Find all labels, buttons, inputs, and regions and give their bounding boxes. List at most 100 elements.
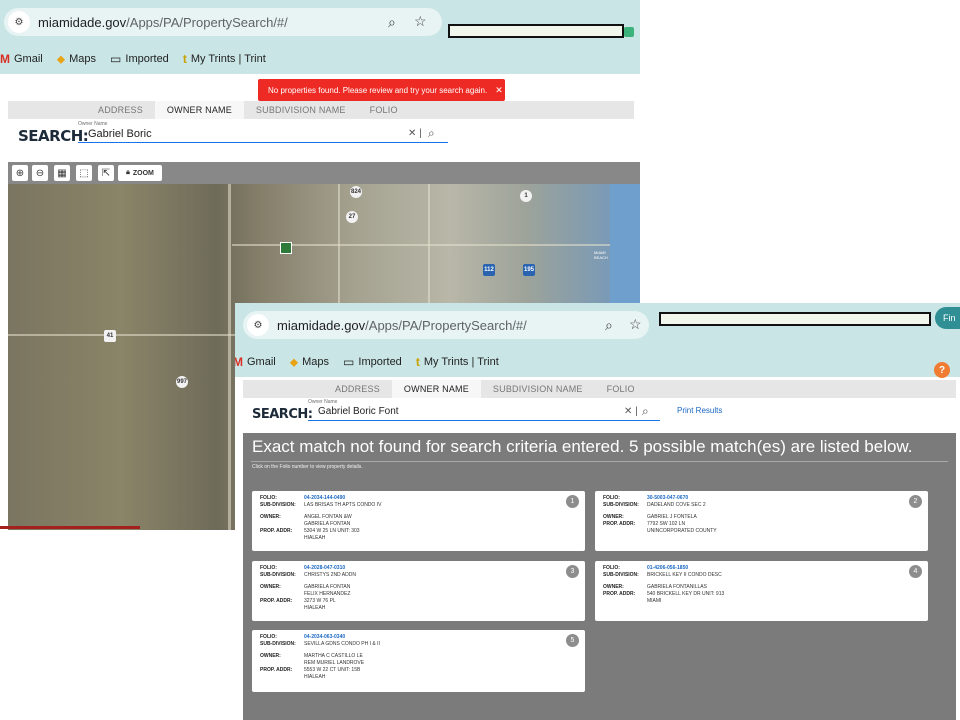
bookmark-gmail[interactable]: M Gmail — [0, 52, 43, 66]
folder-icon: ▭ — [110, 52, 122, 66]
tab-address[interactable]: ADDRESS — [323, 380, 392, 398]
search-tabs: ADDRESS OWNER NAME SUBDIVISION NAME FOLI… — [243, 380, 956, 398]
layers-icon[interactable]: ▦ — [54, 165, 70, 181]
tab-folio[interactable]: FOLIO — [595, 380, 647, 398]
folio-link[interactable]: 01-4206-056-1850 — [647, 565, 688, 571]
route-label: 112 — [483, 264, 495, 276]
export-icon[interactable]: ⇱ — [98, 165, 114, 181]
route-label: 997 — [176, 376, 188, 388]
bookmark-maps[interactable]: ⬥ Maps — [57, 52, 96, 67]
lock-icon: 🔒︎ — [126, 169, 130, 176]
search-tabs: ADDRESS OWNER NAME SUBDIVISION NAME FOLI… — [8, 101, 634, 119]
close-icon[interactable]: ✕ — [495, 85, 503, 96]
redacted-extensions — [659, 312, 931, 326]
park-marker — [280, 242, 292, 254]
result-number: 3 — [566, 565, 579, 578]
tab-owner-name[interactable]: OWNER NAME — [154, 101, 244, 119]
results-panel: Exact match not found for search criteri… — [243, 433, 956, 720]
route-label: 27 — [346, 211, 358, 223]
browser-window-2: ⚙ miamidade.gov/Apps/PA/PropertySearch/#… — [235, 303, 960, 720]
site-settings-icon[interactable]: ⚙ — [8, 11, 30, 33]
clear-icon[interactable]: ✕ | — [408, 128, 422, 139]
owner-name-field[interactable]: Owner Name Gabriel Boric Font ✕ | ⌕ — [308, 399, 660, 421]
tab-folio[interactable]: FOLIO — [358, 101, 410, 119]
result-card: 3 FOLIO: 04-2028-047-0310 SUB-DIVISION: CH… — [252, 561, 585, 621]
route-label: 41 — [104, 330, 116, 342]
owner-name-value: Gabriel Boric Font — [318, 406, 399, 417]
address-bar[interactable]: ⚙ miamidade.gov/Apps/PA/PropertySearch/#… — [243, 311, 649, 339]
zoom-out-icon[interactable]: ⊖ — [32, 165, 48, 181]
search-row: SEARCH: Owner Name Gabriel Boric Font ✕ … — [243, 398, 956, 430]
search-row: SEARCH: Owner Name Gabriel Boric ✕ | ⌕ — [8, 119, 634, 153]
divider — [251, 461, 948, 462]
tab-address[interactable]: ADDRESS — [86, 101, 155, 119]
folio-link[interactable]: 04-2034-144-0490 — [304, 495, 345, 501]
map-toolbar: ⊕ ⊖ ▦ ⬚ ⇱ 🔒︎ ZOOM — [8, 162, 640, 184]
result-card: 4 FOLIO: 01-4206-056-1850 SUB-DIVISION: BR… — [595, 561, 928, 621]
url-path: /Apps/PA/PropertySearch/#/ — [365, 317, 527, 333]
result-card: 1 FOLIO: 04-2034-144-0490 SUB-DIVISION: LA… — [252, 491, 585, 551]
help-icon[interactable]: ? — [934, 362, 950, 378]
bookmarks-bar: M Gmail ⬥ Maps ▭ Imported t My Trints | Trin… — [235, 347, 960, 377]
folder-icon: ▭ — [343, 355, 355, 369]
result-number: 2 — [909, 495, 922, 508]
print-results-link[interactable]: Print Results — [677, 406, 722, 415]
maps-icon: ⬥ — [56, 51, 66, 66]
folio-link[interactable]: 04-2028-047-0310 — [304, 565, 345, 571]
bookmark-gmail[interactable]: M Gmail — [235, 355, 276, 369]
bookmark-maps[interactable]: ⬥ Maps — [290, 355, 329, 370]
trint-icon: t — [415, 355, 420, 369]
bookmark-star-icon[interactable]: ☆ — [629, 316, 642, 333]
gmail-icon: M — [235, 355, 243, 369]
bookmark-trint[interactable]: t My Trints | Trint — [416, 355, 499, 369]
folio-link[interactable]: 04-2034-063-0340 — [304, 634, 345, 640]
error-toast: No properties found. Please review and t… — [258, 79, 505, 101]
extension-icon[interactable] — [624, 27, 634, 37]
field-caption: Owner Name — [308, 399, 338, 405]
route-label: 195 — [523, 264, 535, 276]
zoom-icon[interactable]: ⌕ — [605, 317, 613, 334]
owner-name-field[interactable]: Owner Name Gabriel Boric ✕ | ⌕ — [78, 121, 448, 143]
clear-icon[interactable]: ✕ | — [624, 406, 638, 417]
result-number: 4 — [909, 565, 922, 578]
red-underline — [0, 526, 140, 529]
map-place-label: MIAMI BEACH — [594, 250, 608, 260]
zoom-in-icon[interactable]: ⊕ — [12, 165, 28, 181]
zoom-button[interactable]: 🔒︎ ZOOM — [118, 165, 162, 181]
search-icon[interactable]: ⌕ — [428, 126, 435, 141]
trint-icon: t — [182, 52, 187, 66]
address-bar[interactable]: ⚙ miamidade.gov/Apps/PA/PropertySearch/#… — [4, 8, 442, 36]
result-number: 5 — [566, 634, 579, 647]
search-icon[interactable]: ⌕ — [642, 404, 649, 419]
bookmark-imported[interactable]: ▭ Imported — [343, 355, 402, 369]
url-path: /Apps/PA/PropertySearch/#/ — [126, 14, 288, 30]
tab-subdivision-name[interactable]: SUBDIVISION NAME — [481, 380, 595, 398]
find-button[interactable]: Fin — [935, 307, 960, 329]
search-label: SEARCH: — [252, 407, 313, 422]
maps-icon: ⬥ — [289, 354, 299, 369]
zoom-icon[interactable]: ⌕ — [388, 14, 396, 31]
results-title: Exact match not found for search criteri… — [252, 437, 913, 456]
bookmark-star-icon[interactable]: ☆ — [414, 13, 427, 30]
redacted-extensions — [448, 24, 624, 38]
gmail-icon: M — [0, 52, 10, 66]
tab-owner-name[interactable]: OWNER NAME — [391, 380, 481, 398]
result-card: 2 FOLIO: 30-5003-047-0670 SUB-DIVISION: DA… — [595, 491, 928, 551]
field-caption: Owner Name — [78, 121, 108, 127]
tab-subdivision-name[interactable]: SUBDIVISION NAME — [244, 101, 358, 119]
route-label: 1 — [520, 190, 532, 202]
select-box-icon[interactable]: ⬚ — [76, 165, 92, 181]
site-settings-icon[interactable]: ⚙ — [247, 314, 269, 336]
result-card: 5 FOLIO: 04-2034-063-0340 SUB-DIVISION: SE… — [252, 630, 585, 692]
bookmark-trint[interactable]: t My Trints | Trint — [183, 52, 266, 66]
toast-message: No properties found. Please review and t… — [268, 85, 488, 95]
results-hint: Click on the Folio number to view proper… — [252, 464, 363, 470]
url-domain: miamidade.gov — [38, 14, 127, 30]
folio-link[interactable]: 30-5003-047-0670 — [647, 495, 688, 501]
result-number: 1 — [566, 495, 579, 508]
route-label: 824 — [350, 186, 362, 198]
url-domain: miamidade.gov — [277, 317, 366, 333]
bookmark-imported[interactable]: ▭ Imported — [110, 52, 169, 66]
bookmarks-bar: M Gmail ⬥ Maps ▭ Imported t My Trints | Trin… — [0, 44, 640, 74]
owner-name-value: Gabriel Boric — [88, 128, 152, 140]
